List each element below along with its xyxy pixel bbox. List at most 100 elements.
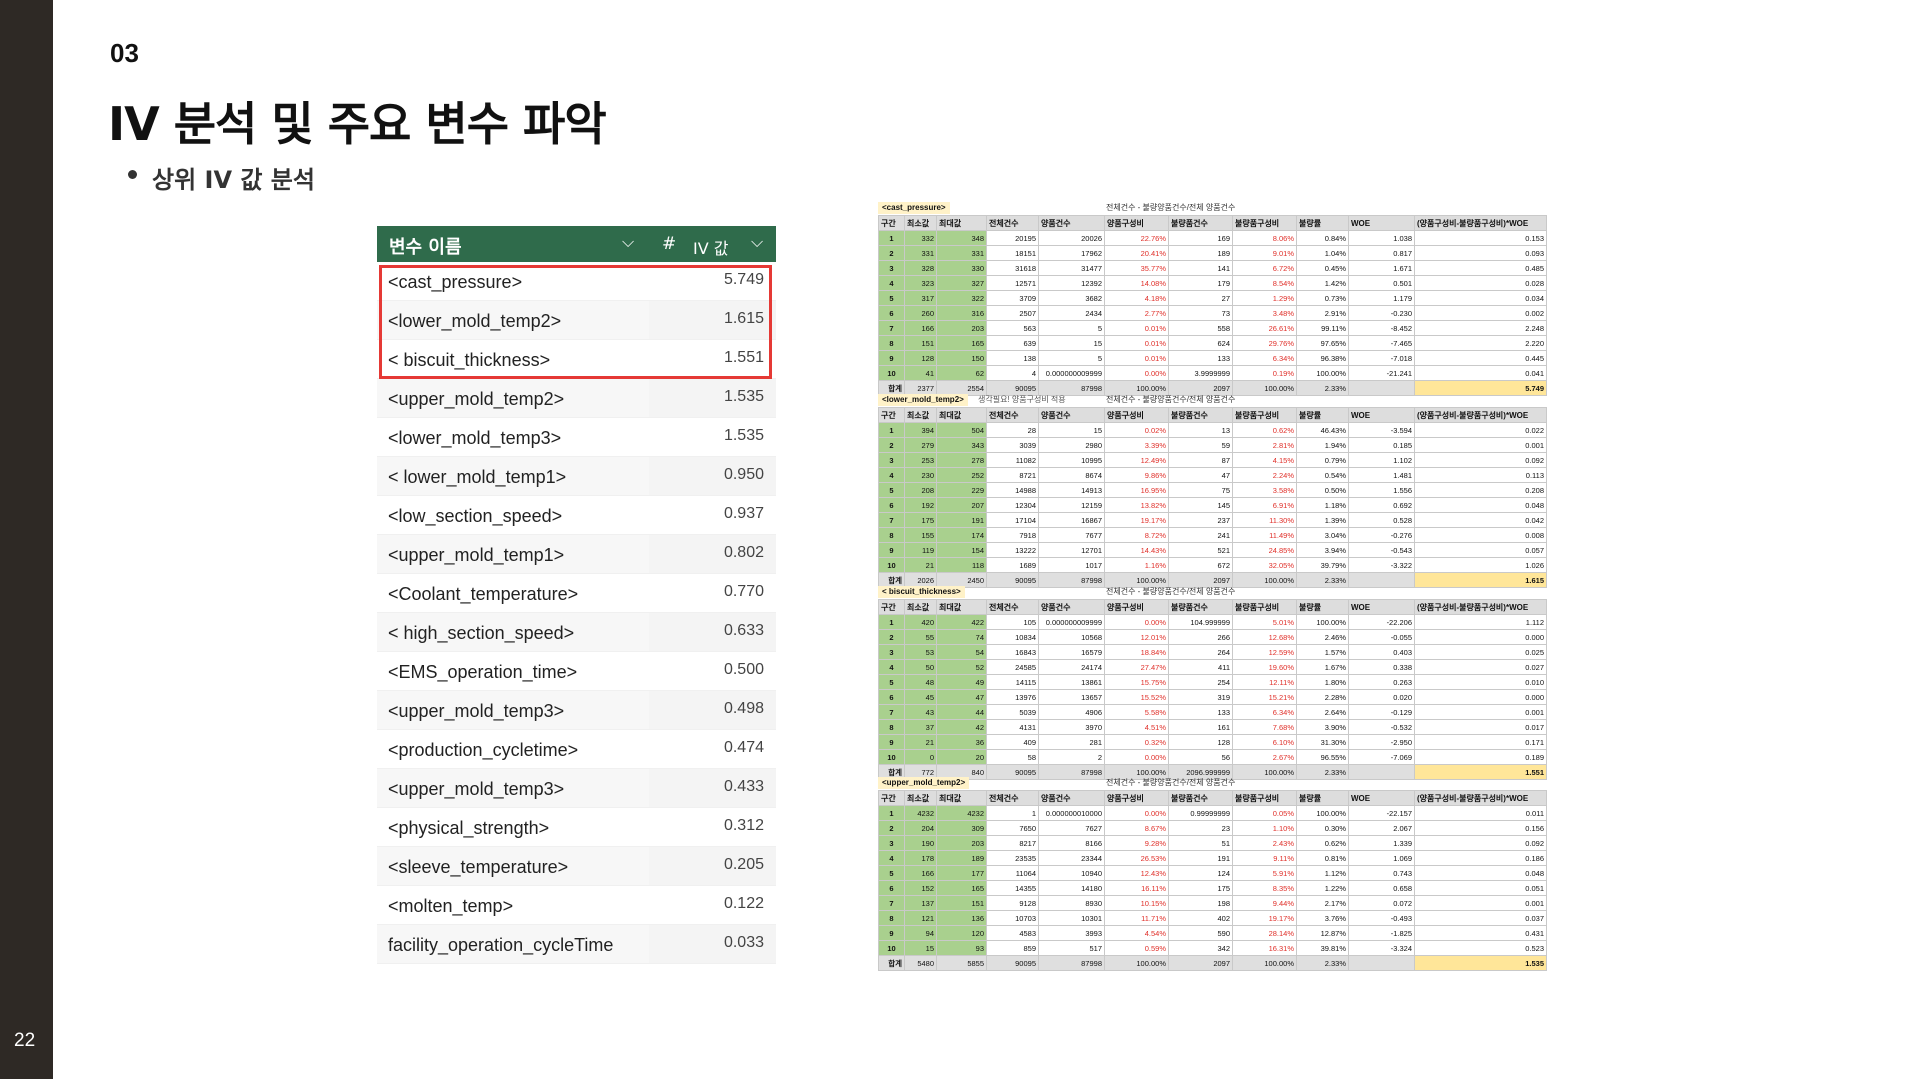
grid-cell[interactable]: 12392	[1038, 275, 1105, 291]
grid-cell[interactable]: 9.11%	[1232, 850, 1297, 866]
grid-cell[interactable]: 43	[904, 704, 937, 720]
grid-cell[interactable]: 4	[878, 850, 905, 866]
grid-cell[interactable]: 11.49%	[1232, 527, 1297, 543]
grid-cell[interactable]: 504	[936, 422, 987, 438]
grid-cell[interactable]: 10703	[986, 910, 1039, 926]
grid-cell[interactable]: 7918	[986, 527, 1039, 543]
grid-cell[interactable]: 5.58%	[1104, 704, 1169, 720]
grid-cell[interactable]: 12.87%	[1296, 925, 1349, 941]
grid-cell[interactable]: 56	[1168, 749, 1233, 765]
grid-cell[interactable]: 2507	[986, 305, 1039, 321]
grid-cell[interactable]: 16.11%	[1104, 880, 1169, 896]
grid-cell[interactable]: 165	[936, 335, 987, 351]
grid-cell[interactable]: 0.00%	[1104, 614, 1169, 630]
grid-cell[interactable]: 1.556	[1348, 482, 1415, 498]
table-row[interactable]: < high_section_speed> 0.633	[377, 613, 776, 652]
grid-cell[interactable]: 4	[878, 467, 905, 483]
grid-cell[interactable]: 317	[904, 290, 937, 306]
grid-cell[interactable]: 4.54%	[1104, 925, 1169, 941]
grid-cell[interactable]: 14355	[986, 880, 1039, 896]
grid-cell[interactable]: 74	[936, 629, 987, 645]
grid-cell[interactable]: 254	[1168, 674, 1233, 690]
total-cell[interactable]: 합계	[878, 955, 905, 971]
total-cell[interactable]: 90095	[986, 764, 1039, 780]
grid-cell[interactable]: 859	[986, 940, 1039, 956]
grid-cell[interactable]: 45	[904, 689, 937, 705]
grid-cell[interactable]: 1.038	[1348, 230, 1415, 246]
total-cell[interactable]: 5480	[904, 955, 937, 971]
grid-cell[interactable]: 13976	[986, 689, 1039, 705]
grid-cell[interactable]: 409	[986, 734, 1039, 750]
grid-cell[interactable]: 237	[1168, 512, 1233, 528]
grid-cell[interactable]: 316	[936, 305, 987, 321]
grid-cell[interactable]: 3709	[986, 290, 1039, 306]
grid-cell[interactable]: 54	[936, 644, 987, 660]
grid-cell[interactable]: 191	[1168, 850, 1233, 866]
grid-cell[interactable]: 229	[936, 482, 987, 498]
grid-cell[interactable]: 59	[1168, 437, 1233, 453]
grid-cell[interactable]: 23	[1168, 820, 1233, 836]
grid-cell[interactable]: 0.153	[1414, 230, 1547, 246]
grid-cell[interactable]: 190	[904, 835, 937, 851]
grid-cell[interactable]: 0.73%	[1296, 290, 1349, 306]
grid-cell[interactable]: 31477	[1038, 260, 1105, 276]
grid-cell[interactable]: 35.77%	[1104, 260, 1169, 276]
grid-cell[interactable]: 3970	[1038, 719, 1105, 735]
grid-cell[interactable]: 4232	[936, 805, 987, 821]
grid-cell[interactable]: 10940	[1038, 865, 1105, 881]
grid-cell[interactable]: -3.324	[1348, 940, 1415, 956]
grid-cell[interactable]: 1.112	[1414, 614, 1547, 630]
grid-cell[interactable]: 8166	[1038, 835, 1105, 851]
grid-cell[interactable]: 8721	[986, 467, 1039, 483]
grid-cell[interactable]: 6.10%	[1232, 734, 1297, 750]
grid-cell[interactable]: -22.206	[1348, 614, 1415, 630]
grid-cell[interactable]: 15	[904, 940, 937, 956]
grid-cell[interactable]: 241	[1168, 527, 1233, 543]
grid-cell[interactable]: 18.84%	[1104, 644, 1169, 660]
grid-cell[interactable]: 0.658	[1348, 880, 1415, 896]
grid-cell[interactable]: 0.072	[1348, 895, 1415, 911]
grid-cell[interactable]: 21	[904, 734, 937, 750]
grid-cell[interactable]: 0.263	[1348, 674, 1415, 690]
grid-cell[interactable]: 7	[878, 512, 905, 528]
total-cell[interactable]: 100.00%	[1232, 955, 1297, 971]
grid-cell[interactable]: -7.465	[1348, 335, 1415, 351]
grid-cell[interactable]: 9.44%	[1232, 895, 1297, 911]
grid-cell[interactable]: 14115	[986, 674, 1039, 690]
grid-cell[interactable]: 1.57%	[1296, 644, 1349, 660]
grid-cell[interactable]: 281	[1038, 734, 1105, 750]
grid-cell[interactable]: 136	[936, 910, 987, 926]
grid-cell[interactable]: 8	[878, 719, 905, 735]
grid-cell[interactable]: -2.950	[1348, 734, 1415, 750]
grid-cell[interactable]: 3.9999999	[1168, 365, 1233, 381]
grid-cell[interactable]: 42	[936, 719, 987, 735]
grid-cell[interactable]: 590	[1168, 925, 1233, 941]
grid-cell[interactable]: 0.011	[1414, 805, 1547, 821]
grid-cell[interactable]: 203	[936, 320, 987, 336]
grid-cell[interactable]: 120	[936, 925, 987, 941]
grid-cell[interactable]: 322	[936, 290, 987, 306]
grid-cell[interactable]: 330	[936, 260, 987, 276]
grid-cell[interactable]: 16843	[986, 644, 1039, 660]
grid-cell[interactable]: 3.39%	[1104, 437, 1169, 453]
grid-cell[interactable]: 3	[878, 260, 905, 276]
grid-cell[interactable]: 2.43%	[1232, 835, 1297, 851]
grid-cell[interactable]: 2	[878, 437, 905, 453]
grid-cell[interactable]: 133	[1168, 704, 1233, 720]
grid-cell[interactable]: 1.22%	[1296, 880, 1349, 896]
grid-cell[interactable]: 1.671	[1348, 260, 1415, 276]
grid-cell[interactable]: 41	[904, 365, 937, 381]
grid-cell[interactable]: 12.49%	[1104, 452, 1169, 468]
grid-cell[interactable]: 0.692	[1348, 497, 1415, 513]
grid-cell[interactable]: 0.008	[1414, 527, 1547, 543]
grid-cell[interactable]: 5039	[986, 704, 1039, 720]
grid-cell[interactable]: 174	[936, 527, 987, 543]
grid-cell[interactable]: 14.08%	[1104, 275, 1169, 291]
grid-cell[interactable]: 55	[904, 629, 937, 645]
grid-cell[interactable]: 0.50%	[1296, 482, 1349, 498]
grid-cell[interactable]: -0.532	[1348, 719, 1415, 735]
grid-cell[interactable]: 175	[1168, 880, 1233, 896]
grid-cell[interactable]: 119	[904, 542, 937, 558]
grid-cell[interactable]: 0.00%	[1104, 805, 1169, 821]
grid-cell[interactable]: 17104	[986, 512, 1039, 528]
